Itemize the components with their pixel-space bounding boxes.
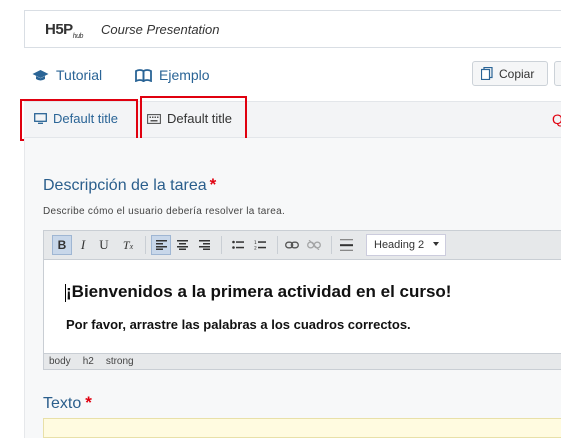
example-label: Ejemplo	[159, 67, 210, 83]
caret-down-icon	[433, 242, 439, 246]
editor-header: H5Phub Course Presentation	[24, 10, 561, 48]
book-icon	[135, 68, 152, 82]
align-left-button[interactable]	[151, 235, 171, 255]
graduation-cap-icon	[32, 69, 49, 80]
numbered-list-button[interactable]: 12	[250, 235, 270, 255]
required-marker: *	[209, 175, 217, 194]
format-select[interactable]: Heading 2	[366, 234, 446, 256]
format-select-value: Heading 2	[374, 239, 425, 251]
copy-icon	[481, 67, 493, 80]
unlink-icon	[307, 240, 321, 250]
remove-format-button[interactable]: Tx	[118, 235, 138, 255]
copy-button[interactable]: Copiar	[472, 61, 548, 86]
align-center-icon	[176, 240, 188, 250]
content-type-title: Course Presentation	[101, 22, 220, 37]
horizontal-line-icon	[339, 239, 353, 251]
highlight-box-tab-2	[140, 96, 247, 142]
highlight-box-tab-1	[20, 99, 138, 141]
task-description-help: Describe cómo el usuario debería resolve…	[43, 206, 286, 217]
text-field-label: Texto *	[43, 393, 92, 412]
copy-label: Copiar	[499, 66, 535, 81]
rich-text-toolbar: B I U Tx 12 Heading 2	[43, 230, 561, 260]
element-path-bar: body h2 strong	[43, 353, 561, 370]
numbered-list-icon: 12	[254, 240, 266, 250]
align-right-button[interactable]	[194, 235, 214, 255]
path-item-body[interactable]: body	[49, 356, 71, 367]
underline-button[interactable]: U	[94, 235, 114, 255]
horizontal-line-button[interactable]	[336, 235, 356, 255]
italic-button[interactable]: I	[73, 235, 93, 255]
svg-text:2: 2	[254, 246, 257, 251]
editor-heading: ¡Bienvenidos a la primera actividad en e…	[66, 282, 452, 301]
tutorial-link[interactable]: Tutorial	[32, 67, 102, 83]
bullet-list-button[interactable]	[228, 235, 248, 255]
h5p-hub-logo: H5Phub	[45, 21, 83, 40]
underline-icon: U	[99, 237, 109, 252]
bold-button[interactable]: B	[52, 235, 72, 255]
text-field-input[interactable]	[43, 418, 561, 438]
link-button[interactable]	[282, 235, 302, 255]
editor-paragraph: Por favor, arrastre las palabras a los c…	[66, 317, 411, 332]
path-item-h2[interactable]: h2	[83, 356, 94, 367]
task-description-label: Descripción de la tarea *	[43, 175, 217, 194]
bullet-list-icon	[232, 240, 244, 249]
tutorial-label: Tutorial	[56, 67, 103, 83]
required-marker: *	[85, 393, 92, 412]
align-left-icon	[155, 240, 167, 250]
remove-format-icon: Tx	[122, 237, 134, 252]
align-right-icon	[198, 240, 210, 250]
rich-text-editor[interactable]: ¡Bienvenidos a la primera actividad en e…	[43, 260, 561, 353]
help-marker-icon: Q	[552, 111, 561, 127]
bold-icon: B	[57, 238, 67, 252]
paste-button[interactable]	[554, 61, 561, 86]
align-center-button[interactable]	[172, 235, 192, 255]
italic-icon: I	[80, 237, 86, 252]
path-item-strong[interactable]: strong	[106, 356, 134, 367]
svg-text:1: 1	[254, 240, 257, 246]
example-link[interactable]: Ejemplo	[135, 67, 210, 83]
unlink-button[interactable]	[304, 235, 324, 255]
link-icon	[285, 241, 299, 249]
